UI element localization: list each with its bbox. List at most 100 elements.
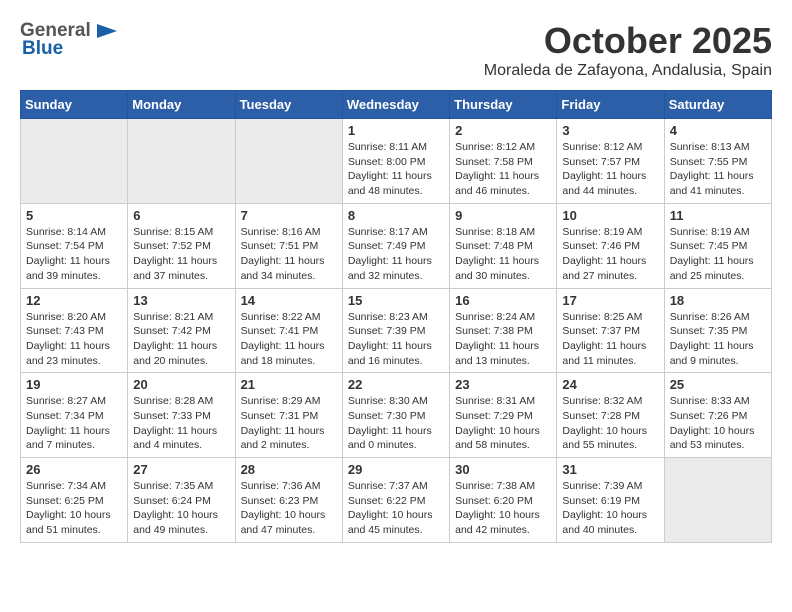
- calendar-week-row: 1 Sunrise: 8:11 AM Sunset: 8:00 PM Daylig…: [21, 119, 772, 204]
- calendar-cell: 3 Sunrise: 8:12 AM Sunset: 7:57 PM Daylig…: [557, 119, 664, 204]
- calendar-cell: 30 Sunrise: 7:38 AM Sunset: 6:20 PM Dayli…: [450, 458, 557, 543]
- calendar-cell: 20 Sunrise: 8:28 AM Sunset: 7:33 PM Dayli…: [128, 373, 235, 458]
- calendar-cell: 2 Sunrise: 8:12 AM Sunset: 7:58 PM Daylig…: [450, 119, 557, 204]
- calendar-cell: 18 Sunrise: 8:26 AM Sunset: 7:35 PM Dayli…: [664, 288, 771, 373]
- day-info: Sunrise: 8:12 AM Sunset: 7:57 PM Dayligh…: [562, 140, 658, 199]
- calendar-cell: 7Sunrise: 8:16 AM Sunset: 7:51 PM Daylig…: [235, 203, 342, 288]
- subtitle: Moraleda de Zafayona, Andalusia, Spain: [484, 62, 772, 80]
- day-number: 7: [241, 208, 337, 223]
- calendar-cell: 11 Sunrise: 8:19 AM Sunset: 7:45 PM Dayli…: [664, 203, 771, 288]
- day-info: Sunrise: 8:26 AM Sunset: 7:35 PM Dayligh…: [670, 310, 766, 369]
- logo-arrow-icon: [93, 22, 121, 40]
- calendar-cell: 13 Sunrise: 8:21 AM Sunset: 7:42 PM Dayli…: [128, 288, 235, 373]
- day-info: Sunrise: 8:32 AM Sunset: 7:28 PM Dayligh…: [562, 394, 658, 453]
- day-number: 11: [670, 208, 766, 223]
- calendar-cell: 5Sunrise: 8:14 AM Sunset: 7:54 PM Daylig…: [21, 203, 128, 288]
- weekday-header-wednesday: Wednesday: [342, 91, 449, 119]
- day-number: 15: [348, 293, 444, 308]
- day-info: Sunrise: 8:11 AM Sunset: 8:00 PM Dayligh…: [348, 140, 444, 199]
- calendar-cell: 19 Sunrise: 8:27 AM Sunset: 7:34 PM Dayli…: [21, 373, 128, 458]
- calendar-cell: 22Sunrise: 8:30 AM Sunset: 7:30 PM Dayli…: [342, 373, 449, 458]
- calendar-cell: 17 Sunrise: 8:25 AM Sunset: 7:37 PM Dayli…: [557, 288, 664, 373]
- day-number: 19: [26, 377, 122, 392]
- day-info: Sunrise: 8:22 AM Sunset: 7:41 PM Dayligh…: [241, 310, 337, 369]
- day-number: 30: [455, 462, 551, 477]
- calendar-week-row: 5Sunrise: 8:14 AM Sunset: 7:54 PM Daylig…: [21, 203, 772, 288]
- calendar-cell: 24Sunrise: 8:32 AM Sunset: 7:28 PM Dayli…: [557, 373, 664, 458]
- day-info: Sunrise: 8:15 AM Sunset: 7:52 PM Dayligh…: [133, 225, 229, 284]
- calendar-cell: 1 Sunrise: 8:11 AM Sunset: 8:00 PM Daylig…: [342, 119, 449, 204]
- day-number: 20: [133, 377, 229, 392]
- day-info: Sunrise: 8:21 AM Sunset: 7:42 PM Dayligh…: [133, 310, 229, 369]
- day-info: Sunrise: 8:29 AM Sunset: 7:31 PM Dayligh…: [241, 394, 337, 453]
- day-number: 25: [670, 377, 766, 392]
- day-info: Sunrise: 8:12 AM Sunset: 7:58 PM Dayligh…: [455, 140, 551, 199]
- calendar-cell: 10Sunrise: 8:19 AM Sunset: 7:46 PM Dayli…: [557, 203, 664, 288]
- day-info: Sunrise: 8:18 AM Sunset: 7:48 PM Dayligh…: [455, 225, 551, 284]
- day-number: 18: [670, 293, 766, 308]
- calendar-week-row: 19 Sunrise: 8:27 AM Sunset: 7:34 PM Dayli…: [21, 373, 772, 458]
- day-number: 2: [455, 123, 551, 138]
- weekday-header-monday: Monday: [128, 91, 235, 119]
- weekday-header-tuesday: Tuesday: [235, 91, 342, 119]
- day-number: 22: [348, 377, 444, 392]
- day-info: Sunrise: 8:33 AM Sunset: 7:26 PM Dayligh…: [670, 394, 766, 453]
- calendar-cell: 8 Sunrise: 8:17 AM Sunset: 7:49 PM Daylig…: [342, 203, 449, 288]
- calendar-cell: 29Sunrise: 7:37 AM Sunset: 6:22 PM Dayli…: [342, 458, 449, 543]
- day-number: 23: [455, 377, 551, 392]
- day-number: 28: [241, 462, 337, 477]
- calendar-cell: 16 Sunrise: 8:24 AM Sunset: 7:38 PM Dayli…: [450, 288, 557, 373]
- day-info: Sunrise: 8:25 AM Sunset: 7:37 PM Dayligh…: [562, 310, 658, 369]
- calendar-cell: 12 Sunrise: 8:20 AM Sunset: 7:43 PM Dayli…: [21, 288, 128, 373]
- day-info: Sunrise: 8:27 AM Sunset: 7:34 PM Dayligh…: [26, 394, 122, 453]
- calendar-table: SundayMondayTuesdayWednesdayThursdayFrid…: [20, 90, 772, 543]
- day-number: 27: [133, 462, 229, 477]
- calendar-cell: [128, 119, 235, 204]
- weekday-header-friday: Friday: [557, 91, 664, 119]
- day-info: Sunrise: 8:19 AM Sunset: 7:45 PM Dayligh…: [670, 225, 766, 284]
- calendar-cell: 15Sunrise: 8:23 AM Sunset: 7:39 PM Dayli…: [342, 288, 449, 373]
- calendar-week-row: 12 Sunrise: 8:20 AM Sunset: 7:43 PM Dayli…: [21, 288, 772, 373]
- day-info: Sunrise: 8:24 AM Sunset: 7:38 PM Dayligh…: [455, 310, 551, 369]
- day-number: 3: [562, 123, 658, 138]
- calendar-cell: 28 Sunrise: 7:36 AM Sunset: 6:23 PM Dayli…: [235, 458, 342, 543]
- calendar-cell: 4Sunrise: 8:13 AM Sunset: 7:55 PM Daylig…: [664, 119, 771, 204]
- calendar-cell: [235, 119, 342, 204]
- day-number: 13: [133, 293, 229, 308]
- day-info: Sunrise: 7:39 AM Sunset: 6:19 PM Dayligh…: [562, 479, 658, 538]
- day-info: Sunrise: 7:36 AM Sunset: 6:23 PM Dayligh…: [241, 479, 337, 538]
- calendar-cell: 31Sunrise: 7:39 AM Sunset: 6:19 PM Dayli…: [557, 458, 664, 543]
- day-number: 5: [26, 208, 122, 223]
- day-info: Sunrise: 8:31 AM Sunset: 7:29 PM Dayligh…: [455, 394, 551, 453]
- weekday-header-saturday: Saturday: [664, 91, 771, 119]
- weekday-header-row: SundayMondayTuesdayWednesdayThursdayFrid…: [21, 91, 772, 119]
- day-number: 21: [241, 377, 337, 392]
- title-block: October 2025 Moraleda de Zafayona, Andal…: [484, 20, 772, 80]
- day-number: 1: [348, 123, 444, 138]
- weekday-header-thursday: Thursday: [450, 91, 557, 119]
- day-number: 17: [562, 293, 658, 308]
- calendar-cell: 21 Sunrise: 8:29 AM Sunset: 7:31 PM Dayli…: [235, 373, 342, 458]
- day-info: Sunrise: 8:17 AM Sunset: 7:49 PM Dayligh…: [348, 225, 444, 284]
- day-number: 12: [26, 293, 122, 308]
- month-title: October 2025: [484, 20, 772, 62]
- day-number: 4: [670, 123, 766, 138]
- day-info: Sunrise: 7:38 AM Sunset: 6:20 PM Dayligh…: [455, 479, 551, 538]
- calendar-cell: 14 Sunrise: 8:22 AM Sunset: 7:41 PM Dayli…: [235, 288, 342, 373]
- logo: General Blue: [20, 20, 121, 60]
- calendar-cell: 26Sunrise: 7:34 AM Sunset: 6:25 PM Dayli…: [21, 458, 128, 543]
- day-info: Sunrise: 8:28 AM Sunset: 7:33 PM Dayligh…: [133, 394, 229, 453]
- day-info: Sunrise: 8:20 AM Sunset: 7:43 PM Dayligh…: [26, 310, 122, 369]
- day-number: 26: [26, 462, 122, 477]
- calendar-week-row: 26Sunrise: 7:34 AM Sunset: 6:25 PM Dayli…: [21, 458, 772, 543]
- page-header: General Blue October 2025 Moraleda de Za…: [20, 20, 772, 80]
- calendar-cell: 27 Sunrise: 7:35 AM Sunset: 6:24 PM Dayli…: [128, 458, 235, 543]
- day-number: 8: [348, 208, 444, 223]
- calendar-cell: [664, 458, 771, 543]
- calendar-cell: 23 Sunrise: 8:31 AM Sunset: 7:29 PM Dayli…: [450, 373, 557, 458]
- day-number: 16: [455, 293, 551, 308]
- day-info: Sunrise: 7:37 AM Sunset: 6:22 PM Dayligh…: [348, 479, 444, 538]
- day-info: Sunrise: 7:35 AM Sunset: 6:24 PM Dayligh…: [133, 479, 229, 538]
- day-info: Sunrise: 8:19 AM Sunset: 7:46 PM Dayligh…: [562, 225, 658, 284]
- day-number: 14: [241, 293, 337, 308]
